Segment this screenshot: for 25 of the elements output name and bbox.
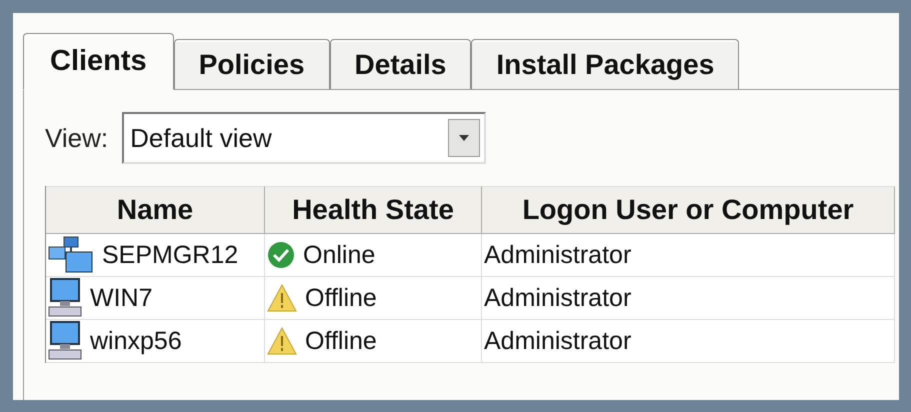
computer-icon xyxy=(48,321,82,361)
health-state: Offline xyxy=(305,284,377,312)
view-dropdown[interactable]: Default view xyxy=(122,112,486,164)
tab[interactable]: Policies xyxy=(174,39,330,89)
computer-icon xyxy=(48,278,82,318)
network-computers-icon xyxy=(48,236,94,274)
health-state: Online xyxy=(303,240,376,270)
caret-icon xyxy=(459,135,470,141)
tab[interactable]: Details xyxy=(330,39,472,89)
client-name: winxp56 xyxy=(90,326,182,356)
view-label: View: xyxy=(45,122,108,154)
tab[interactable]: Clients xyxy=(23,33,174,90)
column-header[interactable]: Name xyxy=(46,186,265,234)
table-cell: Administrator xyxy=(482,320,895,363)
table-cell: Administrator xyxy=(482,277,895,320)
table-cell: Administrator xyxy=(482,234,895,277)
warning-icon xyxy=(267,327,297,355)
client-name: SEPMGR12 xyxy=(102,240,238,270)
client-name: WIN7 xyxy=(90,284,152,312)
column-header[interactable]: Logon User or Computer xyxy=(482,186,895,234)
tab[interactable]: Install Packages xyxy=(471,39,740,89)
column-header[interactable]: Health State xyxy=(265,186,482,234)
dropdown-button[interactable] xyxy=(448,119,480,157)
warning-icon xyxy=(267,284,297,312)
health-state: Offline xyxy=(305,326,377,356)
